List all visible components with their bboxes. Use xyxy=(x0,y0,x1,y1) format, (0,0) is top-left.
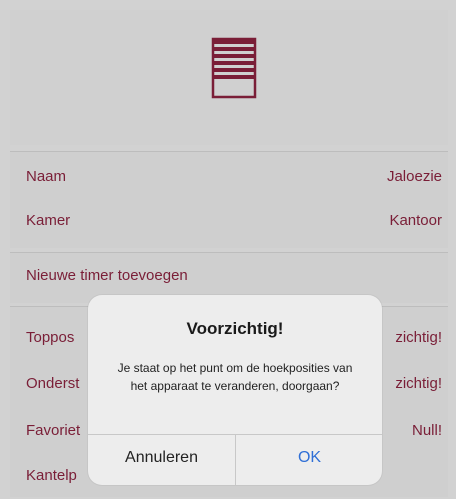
cancel-button[interactable]: Annuleren xyxy=(88,435,235,485)
dialog-title: Voorzichtig! xyxy=(186,319,284,338)
dialog-message: Je staat op het punt om de hoekposities … xyxy=(117,361,353,393)
warning-dialog: Voorzichtig! Je staat op het punt om de … xyxy=(88,295,382,485)
ok-button[interactable]: OK xyxy=(236,435,382,485)
